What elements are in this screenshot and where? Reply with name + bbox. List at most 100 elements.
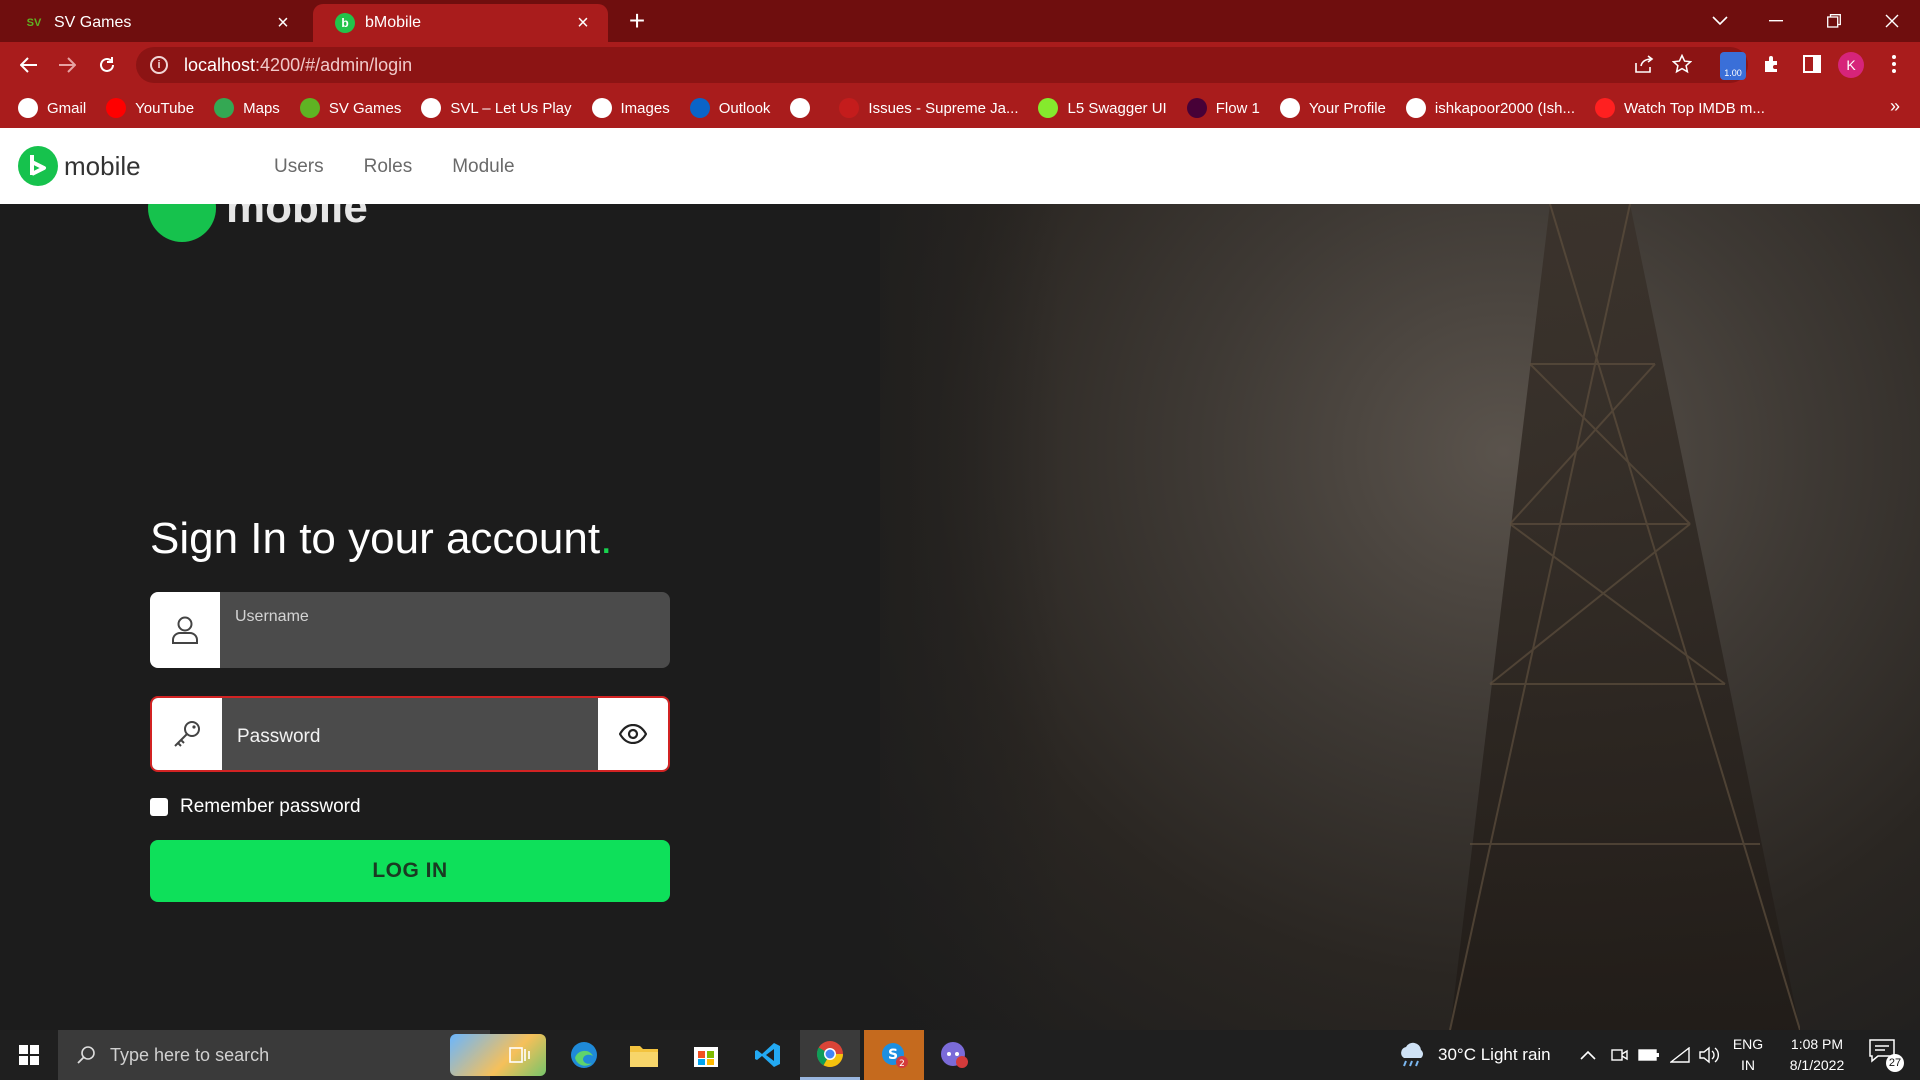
bookmark-item[interactable]: YouTube: [106, 98, 194, 118]
login-button[interactable]: LOG IN: [150, 840, 670, 902]
bookmark-item[interactable]: Watch Top IMDB m...: [1595, 98, 1765, 118]
bookmark-item[interactable]: L5 Swagger UI: [1038, 98, 1167, 118]
nav-roles[interactable]: Roles: [364, 156, 413, 178]
bookmark-label: Gmail: [47, 99, 87, 117]
browser-tab-bar: SV SV Games × b bMobile × +: [0, 0, 1920, 42]
nav-users[interactable]: Users: [274, 156, 324, 178]
clock-time: 1:08 PM: [1790, 1036, 1844, 1052]
close-window-icon[interactable]: [1864, 0, 1920, 42]
bookmark-item[interactable]: SVL – Let Us Play: [421, 98, 572, 118]
meet-now-icon[interactable]: [1610, 1030, 1628, 1080]
bookmark-item[interactable]: Outlook: [689, 98, 770, 118]
swagger-icon: [1038, 98, 1059, 118]
vscode-icon[interactable]: [738, 1030, 798, 1080]
file-explorer-icon[interactable]: [614, 1030, 674, 1080]
signin-title: Sign In to your account.: [150, 514, 612, 564]
bmobile-logo[interactable]: mobile: [18, 146, 141, 186]
language-code: ENG: [1732, 1036, 1764, 1052]
bookmark-star-icon[interactable]: [1668, 50, 1696, 78]
bmobile-logo-icon: [148, 204, 216, 242]
password-field[interactable]: Password: [150, 696, 670, 772]
bookmark-label: YouTube: [135, 99, 195, 117]
main-nav: Users Roles Module: [274, 156, 555, 178]
bookmark-item[interactable]: Your Profile: [1279, 98, 1386, 118]
username-input[interactable]: Username: [220, 592, 670, 668]
bookmark-item[interactable]: Maps: [214, 98, 280, 118]
sv-games-favicon-icon: SV: [26, 17, 42, 29]
browser-menu-icon[interactable]: [1880, 50, 1908, 78]
back-arrow-icon[interactable]: [14, 50, 44, 80]
nav-module[interactable]: Module: [452, 156, 514, 178]
remember-password-checkbox[interactable]: [150, 798, 168, 816]
reload-icon[interactable]: [92, 50, 122, 80]
close-tab-icon[interactable]: ×: [572, 13, 594, 33]
volume-icon[interactable]: [1698, 1030, 1720, 1080]
bookmark-item[interactable]: Images: [591, 98, 670, 118]
profile-avatar[interactable]: K: [1838, 52, 1864, 78]
site-info-icon[interactable]: i: [150, 56, 168, 74]
tab-sv-games[interactable]: SV SV Games ×: [2, 4, 308, 42]
bookmarks-bar: Gmail YouTube Maps SV Games SVL – Let Us Pla…: [0, 88, 1920, 128]
show-hidden-icons-chevron-icon[interactable]: [1580, 1030, 1596, 1080]
tab-title: bMobile: [365, 14, 422, 31]
taskbar-search[interactable]: Type here to search: [58, 1030, 546, 1080]
input-language[interactable]: ENG IN: [1728, 1034, 1768, 1076]
system-clock[interactable]: 1:08 PM 8/1/2022: [1772, 1034, 1862, 1076]
bookmarks-overflow-icon[interactable]: »: [1890, 96, 1900, 117]
bookmark-label: Images: [620, 99, 670, 117]
login-page: mobile Sign In to your account. Username…: [0, 204, 1920, 1030]
jira-icon: [839, 98, 860, 118]
username-placeholder: Username: [235, 608, 309, 625]
play-icon: [1595, 98, 1615, 118]
extensions-puzzle-icon[interactable]: [1758, 50, 1786, 78]
windows-start-icon[interactable]: [0, 1030, 58, 1080]
address-bar[interactable]: i localhost :4200/#/admin/login: [136, 47, 1748, 83]
bookmark-item[interactable]: SV Games: [299, 98, 401, 118]
bookmark-item[interactable]: Issues - Supreme Ja...: [839, 98, 1018, 118]
globe-icon: [421, 98, 442, 118]
edge-browser-icon[interactable]: [554, 1030, 614, 1080]
discord-icon[interactable]: [924, 1030, 984, 1080]
region-code: IN: [1741, 1057, 1755, 1073]
bookmark-item[interactable]: ishkapoor2000 (Ish...: [1405, 98, 1575, 118]
weather-widget[interactable]: 30°C Light rain: [1396, 1030, 1551, 1080]
restore-icon[interactable]: [1806, 0, 1862, 42]
show-password-eye-icon[interactable]: [598, 698, 668, 770]
side-panel-icon[interactable]: [1798, 50, 1826, 78]
bookmark-label: L5 Swagger UI: [1067, 99, 1167, 117]
bookmark-item[interactable]: [790, 98, 819, 118]
app-header: mobile Users Roles Module: [0, 128, 1920, 204]
tab-search-chevron-icon[interactable]: [1692, 0, 1748, 42]
bookmark-label: Your Profile: [1308, 99, 1386, 117]
globe-icon: [790, 98, 811, 118]
signin-title-text: Sign In to your account: [150, 514, 601, 563]
task-view-icon[interactable]: [490, 1030, 550, 1080]
url-path: :4200/#/admin/login: [255, 54, 413, 75]
sv-icon: [299, 98, 320, 118]
username-field[interactable]: Username: [150, 592, 670, 668]
forward-arrow-icon[interactable]: [52, 50, 82, 80]
bmobile-favicon-icon: b: [335, 13, 355, 33]
close-tab-icon[interactable]: ×: [272, 13, 294, 33]
chrome-icon[interactable]: [800, 1030, 860, 1080]
skype-icon[interactable]: S2: [864, 1030, 924, 1080]
tab-title: SV Games: [54, 14, 132, 31]
tab-bmobile[interactable]: b bMobile ×: [313, 4, 608, 42]
wifi-icon[interactable]: [1670, 1030, 1690, 1080]
password-input[interactable]: Password: [222, 698, 598, 770]
microsoft-store-icon[interactable]: [676, 1030, 736, 1080]
share-icon[interactable]: [1630, 50, 1658, 78]
notifications-icon[interactable]: 27: [1868, 1038, 1904, 1072]
extension-badge-icon[interactable]: 1.00: [1720, 52, 1746, 80]
login-logo-text: mobile: [226, 204, 368, 232]
bookmark-item[interactable]: Gmail: [18, 98, 86, 118]
new-tab-button[interactable]: +: [622, 6, 652, 36]
logo-text: mobile: [64, 150, 141, 181]
rain-cloud-icon: [1401, 1042, 1423, 1067]
battery-icon[interactable]: [1638, 1030, 1660, 1080]
globe-icon: [591, 98, 612, 118]
clock-date: 8/1/2022: [1789, 1057, 1845, 1073]
bookmark-item[interactable]: Flow 1: [1186, 98, 1260, 118]
remember-password[interactable]: Remember password: [150, 796, 361, 818]
minimize-icon[interactable]: [1748, 0, 1804, 42]
